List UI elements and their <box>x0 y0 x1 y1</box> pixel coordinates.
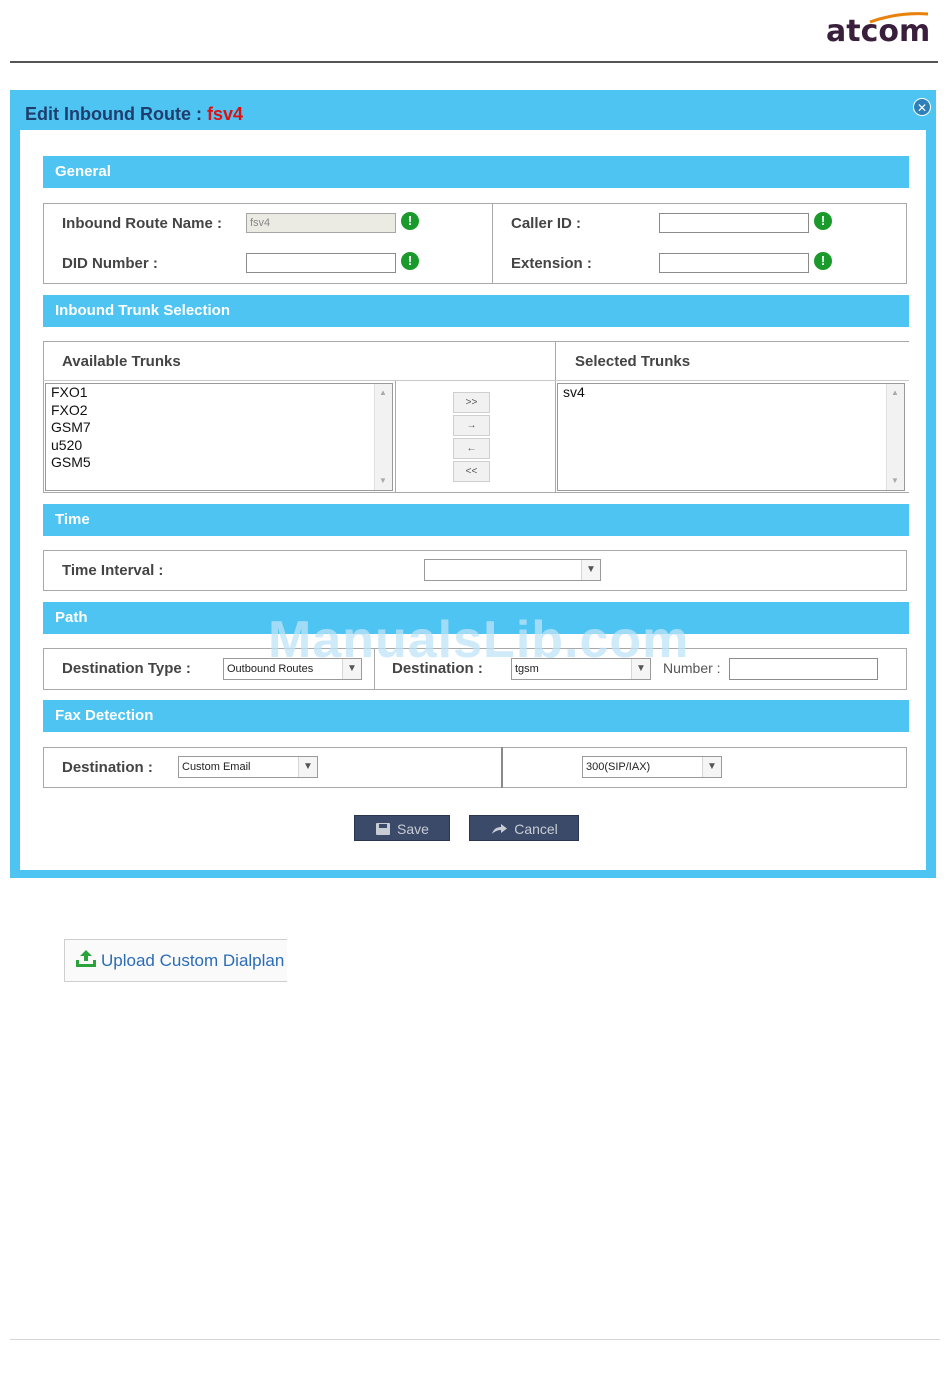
fax-divider <box>501 747 503 788</box>
header-divider <box>10 61 938 63</box>
exclamation-icon: ! <box>814 252 832 270</box>
trunks-divider <box>555 341 556 493</box>
selected-trunks-label: Selected Trunks <box>575 353 691 370</box>
section-time: Time <box>43 504 909 536</box>
logo-swoosh-icon <box>869 12 929 24</box>
exclamation-icon: ! <box>814 212 832 230</box>
dialog-title: Edit Inbound Route : fsv4 <box>25 104 243 124</box>
add-all-button[interactable]: >> <box>453 392 490 413</box>
list-item[interactable]: GSM7 <box>46 419 392 437</box>
chevron-down-icon: ▼ <box>298 757 317 777</box>
fax-box <box>43 747 907 788</box>
cancel-button[interactable]: Cancel <box>469 815 579 841</box>
caller-id-label: Caller ID : <box>511 215 582 232</box>
list-item[interactable]: FXO2 <box>46 402 392 420</box>
caller-id-input[interactable] <box>659 213 809 233</box>
scroll-up-icon[interactable]: ▲ <box>889 387 901 399</box>
scroll-up-icon[interactable]: ▲ <box>377 387 389 399</box>
chevron-down-icon: ▼ <box>702 757 721 777</box>
scroll-down-icon[interactable]: ▼ <box>889 475 901 487</box>
general-divider <box>492 203 493 284</box>
trunks-divider-left <box>395 380 396 493</box>
fax-destination-select[interactable]: Custom Email ▼ <box>178 756 318 778</box>
list-item[interactable]: sv4 <box>558 384 904 402</box>
add-button[interactable]: → <box>453 415 490 436</box>
inbound-route-name-label: Inbound Route Name : <box>62 215 222 232</box>
extension-label: Extension : <box>511 255 592 272</box>
exclamation-icon: ! <box>401 252 419 270</box>
exclamation-icon: ! <box>401 212 419 230</box>
number-input[interactable] <box>729 658 878 680</box>
remove-button[interactable]: ← <box>453 438 490 459</box>
fax-destination-label: Destination : <box>62 759 153 776</box>
available-trunks-list[interactable]: FXO1 FXO2 GSM7 u520 GSM5 ▲ ▼ <box>45 383 393 491</box>
remove-all-button[interactable]: << <box>453 461 490 482</box>
section-general: General <box>43 156 909 188</box>
save-button[interactable]: Save <box>354 815 450 841</box>
selected-trunks-list[interactable]: sv4 ▲ ▼ <box>557 383 905 491</box>
upload-icon <box>75 940 97 981</box>
time-interval-label: Time Interval : <box>62 562 164 579</box>
close-icon[interactable]: ✕ <box>913 98 931 116</box>
destination-type-label: Destination Type : <box>62 660 191 677</box>
did-number-label: DID Number : <box>62 255 158 272</box>
chevron-down-icon: ▼ <box>581 560 600 580</box>
footer-divider <box>10 1339 940 1340</box>
route-name: fsv4 <box>206 104 243 124</box>
extension-input[interactable] <box>659 253 809 273</box>
scrollbar[interactable]: ▲ ▼ <box>374 384 392 490</box>
section-fax-detection: Fax Detection <box>43 700 909 732</box>
available-trunks-label: Available Trunks <box>62 353 181 370</box>
list-item[interactable]: u520 <box>46 437 392 455</box>
fax-extension-select[interactable]: 300(SIP/IAX) ▼ <box>582 756 722 778</box>
section-inbound-trunk-selection: Inbound Trunk Selection <box>43 295 909 327</box>
did-number-input[interactable] <box>246 253 396 273</box>
upload-custom-dialplan-button[interactable]: Upload Custom Dialplan <box>64 939 287 982</box>
list-item[interactable]: FXO1 <box>46 384 392 402</box>
reply-arrow-icon <box>490 816 508 842</box>
save-icon <box>375 816 391 842</box>
watermark: ManualsLib.com <box>268 611 690 669</box>
trunks-header-rule <box>43 380 909 381</box>
list-item[interactable]: GSM5 <box>46 454 392 472</box>
scroll-down-icon[interactable]: ▼ <box>377 475 389 487</box>
inbound-route-name-input[interactable] <box>246 213 396 233</box>
time-interval-select[interactable]: ▼ <box>424 559 601 581</box>
scrollbar[interactable]: ▲ ▼ <box>886 384 904 490</box>
